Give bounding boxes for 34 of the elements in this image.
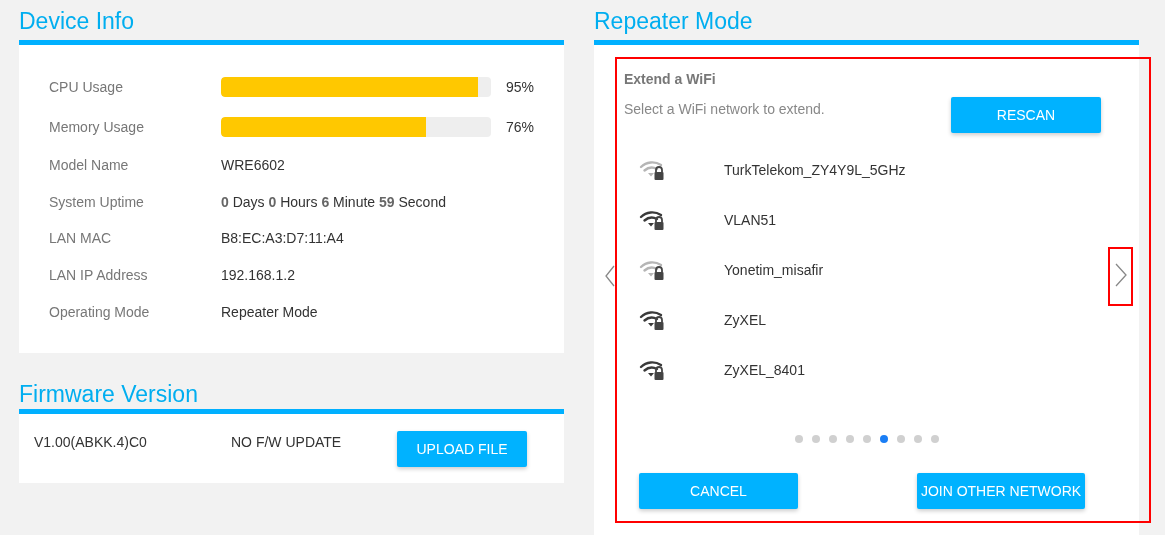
page-dot[interactable] [880, 435, 888, 443]
field-value: B8:EC:A3:D7:11:A4 [221, 230, 344, 247]
network-name[interactable]: ZyXEL [724, 312, 766, 328]
page-dot[interactable] [931, 435, 939, 443]
page-dot[interactable] [829, 435, 837, 443]
network-name[interactable]: Yonetim_misafir [724, 262, 824, 278]
field-label: Memory Usage [49, 119, 145, 135]
field-value: WRE6602 [221, 157, 285, 174]
field-label: CPU Usage [49, 79, 124, 95]
firmware-version: V1.00(ABKK.4)C0 [34, 434, 148, 450]
field-label: Model Name [49, 157, 130, 174]
usage-percent: 76% [506, 119, 535, 135]
field-value: 0 Days 0 Hours 6 Minute 59 Second [221, 193, 446, 210]
page-dot[interactable] [897, 435, 905, 443]
field-label: Operating Mode [49, 303, 151, 320]
previous-page-icon[interactable] [605, 265, 615, 287]
network-name[interactable]: VLAN51 [724, 212, 777, 228]
field-value: 192.168.1.2 [221, 267, 295, 284]
field-label: System Uptime [49, 193, 145, 210]
description-text: Select a WiFi network to extend. [624, 101, 826, 117]
network-name[interactable]: TurkTelekom_ZY4Y9L_5GHz [724, 162, 906, 178]
card-heading: Extend a WiFi [624, 71, 717, 87]
page-dot[interactable] [914, 435, 922, 443]
page-dot[interactable] [812, 435, 820, 443]
page-dot[interactable] [795, 435, 803, 443]
next-page-icon[interactable] [1115, 263, 1127, 287]
network-name[interactable]: ZyXEL_8401 [724, 362, 805, 378]
field-label: LAN MAC [49, 230, 113, 247]
usage-percent: 95% [506, 79, 535, 95]
field-label: LAN IP Address [49, 267, 149, 284]
page-dot[interactable] [863, 435, 871, 443]
field-value: Repeater Mode [221, 303, 318, 320]
update-status: NO F/W UPDATE [231, 434, 343, 450]
page-dot[interactable] [846, 435, 854, 443]
